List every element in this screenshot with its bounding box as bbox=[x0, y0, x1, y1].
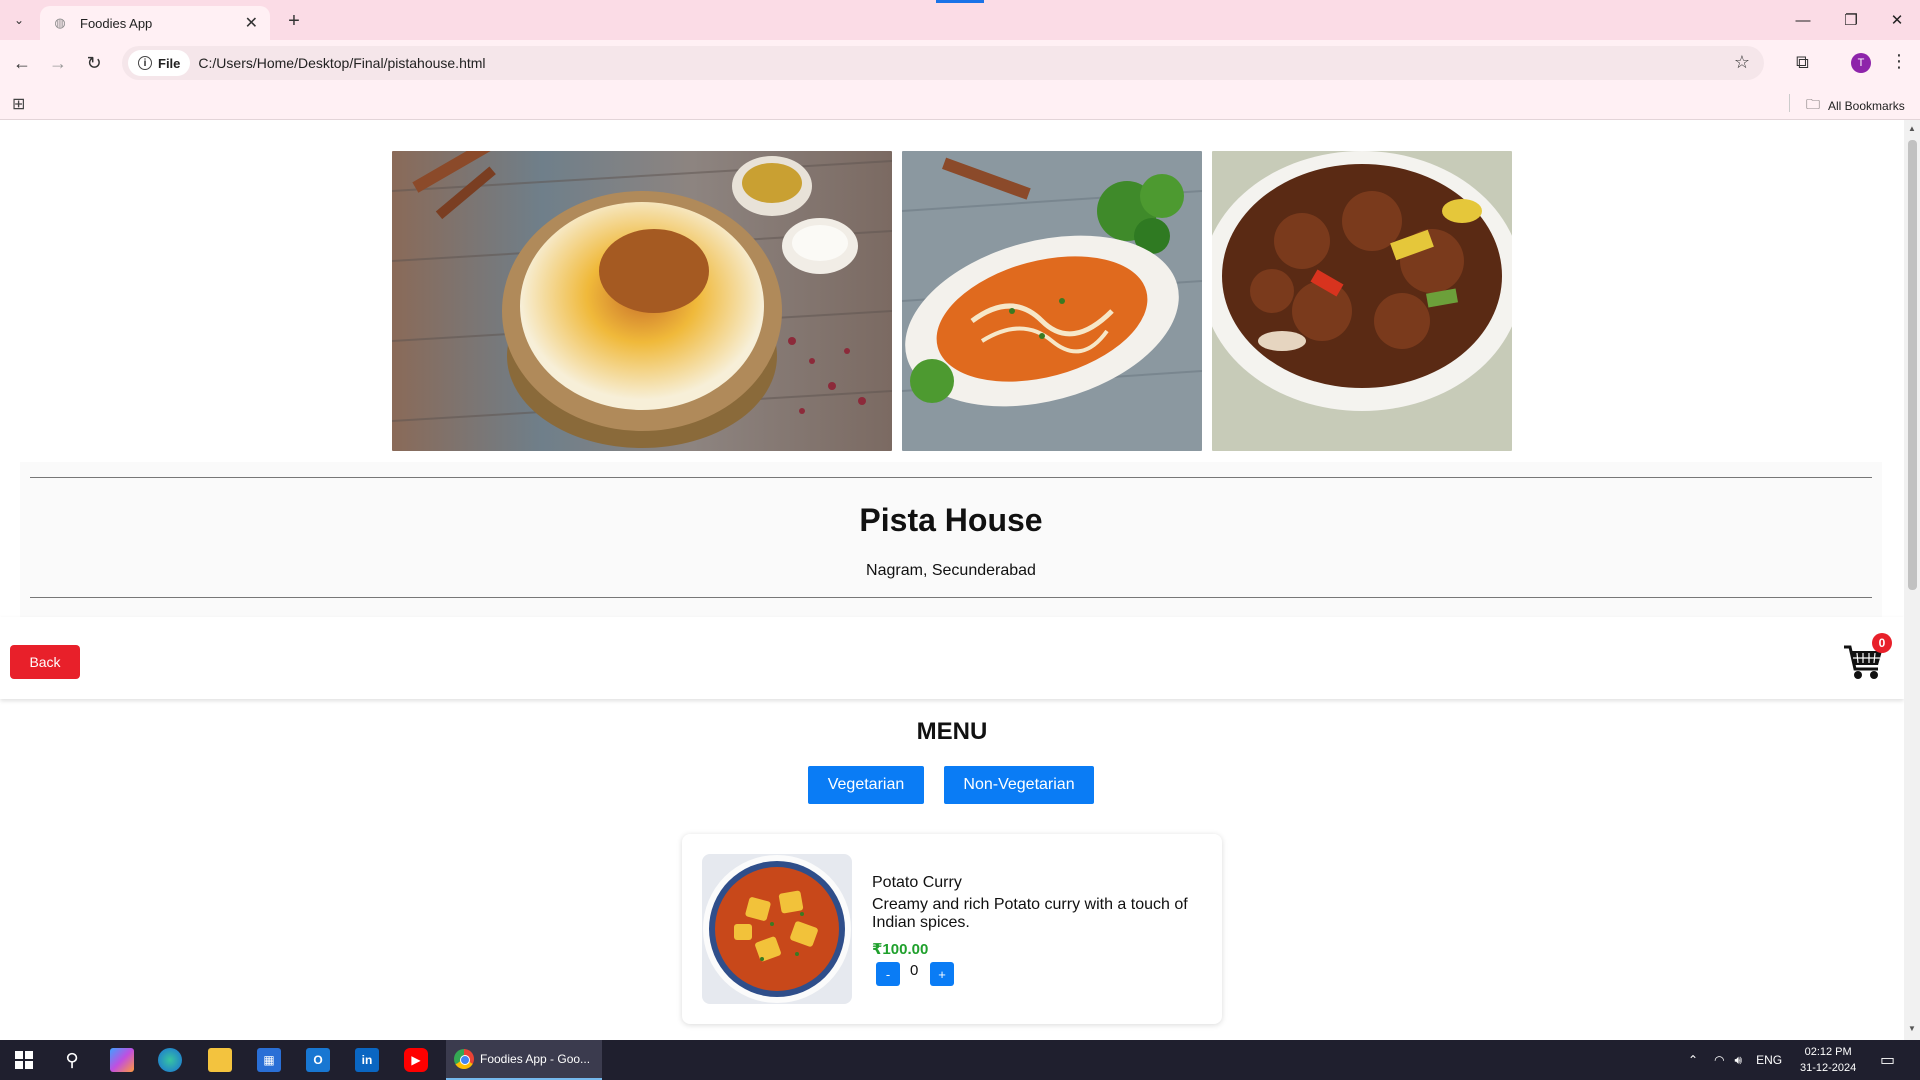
volume-icon[interactable]: 🔊︎ bbox=[1735, 1053, 1743, 1068]
clock[interactable]: 02:12 PM 31-12-2024 bbox=[1800, 1044, 1856, 1076]
clock-time: 02:12 PM bbox=[1804, 1046, 1852, 1058]
banner-image-curry bbox=[902, 151, 1202, 451]
notification-icon[interactable]: ▭ bbox=[1880, 1050, 1895, 1070]
menu-item-card: Potato Curry Creamy and rich Potato curr… bbox=[682, 834, 1222, 1024]
edge-browser-icon[interactable] bbox=[158, 1048, 182, 1072]
tab-indicator bbox=[936, 0, 984, 3]
all-bookmarks-button[interactable]: 🗀 All Bookmarks bbox=[1806, 94, 1905, 118]
decrement-quantity-button[interactable]: - bbox=[876, 962, 900, 986]
item-description: Creamy and rich Potato curry with a touc… bbox=[872, 896, 1188, 931]
cart-count-badge: 0 bbox=[1872, 633, 1892, 653]
menu-heading: MENU bbox=[916, 718, 988, 745]
extensions-icon[interactable]: ⧉ bbox=[1796, 52, 1809, 73]
back-arrow-icon[interactable]: ← bbox=[10, 51, 34, 75]
banner-image-biryani bbox=[392, 151, 892, 451]
windows-taskbar: ⚲ ▦ O in ▶ Foodies App - Goo... ⌃ ◠ 🔊︎ E… bbox=[0, 1040, 1920, 1080]
info-bottom-divider bbox=[30, 597, 1872, 598]
youtube-icon[interactable]: ▶ bbox=[404, 1048, 428, 1072]
non-vegetarian-filter-button[interactable]: Non-Vegetarian bbox=[944, 766, 1094, 804]
windows-start-icon[interactable] bbox=[12, 1048, 36, 1072]
browser-toolbar: ← → ↻ i File C:/Users/Home/Desktop/Final… bbox=[0, 40, 1920, 86]
info-top-divider bbox=[30, 477, 1872, 478]
tab-search-button[interactable]: ⌄ bbox=[8, 9, 30, 31]
forward-arrow-icon[interactable]: → bbox=[46, 51, 70, 75]
page-content: Pista House Nagram, Secunderabad Back 0 … bbox=[0, 120, 1904, 1040]
scroll-down-arrow-icon[interactable]: ▼ bbox=[1908, 1024, 1916, 1033]
file-explorer-icon[interactable] bbox=[208, 1048, 232, 1072]
outlook-icon[interactable]: O bbox=[306, 1048, 330, 1072]
restore-button[interactable]: ❐ bbox=[1836, 8, 1866, 32]
chrome-icon bbox=[454, 1049, 474, 1069]
folder-icon: 🗀 bbox=[1806, 96, 1820, 112]
tab-title: Foodies App bbox=[80, 15, 153, 31]
item-image-potato-curry bbox=[702, 854, 852, 1004]
site-chip-label: File bbox=[158, 55, 181, 71]
action-bar: Back 0 bbox=[0, 617, 1904, 699]
new-tab-button[interactable]: + bbox=[282, 9, 306, 33]
browser-tab-bar: ⌄ ◍ Foodies App ✕ + — ❐ ✕ bbox=[0, 0, 1920, 40]
page-scrollbar[interactable]: ▲ ▼ bbox=[1904, 120, 1920, 1040]
apps-grid-icon[interactable]: ⊞ bbox=[12, 94, 25, 114]
restaurant-location: Nagram, Secunderabad bbox=[866, 562, 1036, 579]
all-bookmarks-label: All Bookmarks bbox=[1828, 99, 1905, 113]
reload-icon[interactable]: ↻ bbox=[82, 51, 106, 75]
site-info-chip[interactable]: i File bbox=[128, 50, 191, 76]
item-name: Potato Curry bbox=[872, 874, 962, 891]
bookmark-star-icon[interactable]: ☆ bbox=[1734, 52, 1750, 73]
scrollbar-thumb[interactable] bbox=[1908, 140, 1917, 590]
restaurant-info-section: Pista House Nagram, Secunderabad bbox=[20, 462, 1882, 617]
system-tray: ⌃ ◠ 🔊︎ ENG bbox=[1688, 1040, 1782, 1080]
browser-tab-active[interactable]: ◍ Foodies App ✕ bbox=[40, 6, 270, 40]
close-tab-icon[interactable]: ✕ bbox=[245, 13, 258, 33]
minimize-button[interactable]: — bbox=[1788, 8, 1818, 32]
back-button[interactable]: Back bbox=[10, 645, 80, 679]
copilot-icon[interactable] bbox=[110, 1048, 134, 1072]
more-menu-icon[interactable]: ⋮ bbox=[1890, 51, 1908, 72]
chevron-up-icon[interactable]: ⌃ bbox=[1688, 1053, 1698, 1067]
clock-date: 31-12-2024 bbox=[1800, 1062, 1857, 1074]
search-icon[interactable]: ⚲ bbox=[60, 1048, 84, 1072]
language-indicator[interactable]: ENG bbox=[1756, 1053, 1782, 1067]
item-price: ₹100.00 bbox=[872, 941, 929, 958]
scroll-up-arrow-icon[interactable]: ▲ bbox=[1908, 124, 1916, 133]
address-bar[interactable]: i File C:/Users/Home/Desktop/Final/pista… bbox=[122, 46, 1764, 80]
microsoft-store-icon[interactable]: ▦ bbox=[257, 1048, 281, 1072]
item-quantity: 0 bbox=[910, 962, 919, 979]
vegetarian-filter-button[interactable]: Vegetarian bbox=[808, 766, 924, 804]
close-window-button[interactable]: ✕ bbox=[1882, 8, 1912, 32]
linkedin-icon[interactable]: in bbox=[355, 1048, 379, 1072]
taskbar-chrome-window[interactable]: Foodies App - Goo... bbox=[446, 1040, 602, 1080]
increment-quantity-button[interactable]: + bbox=[930, 962, 954, 986]
globe-icon: ◍ bbox=[54, 15, 66, 30]
profile-avatar[interactable]: T bbox=[1851, 53, 1871, 73]
taskbar-chrome-label: Foodies App - Goo... bbox=[480, 1052, 591, 1066]
banner-image-chilli-chicken bbox=[1212, 151, 1512, 451]
url-text[interactable]: C:/Users/Home/Desktop/Final/pistahouse.h… bbox=[198, 55, 485, 71]
wifi-icon[interactable]: ◠ bbox=[1714, 1053, 1724, 1067]
bookmarks-bar: ⊞ 🗀 All Bookmarks bbox=[0, 86, 1920, 120]
restaurant-name: Pista House bbox=[859, 502, 1043, 538]
info-icon: i bbox=[138, 56, 152, 70]
bookmarks-divider bbox=[1789, 94, 1790, 112]
